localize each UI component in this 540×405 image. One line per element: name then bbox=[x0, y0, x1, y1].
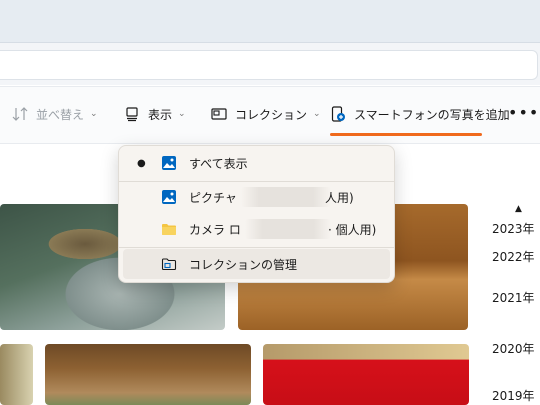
menu-item-manage-collections[interactable]: コレクションの管理 bbox=[123, 249, 390, 279]
view-label: 表示 bbox=[148, 107, 173, 122]
view-button[interactable]: 表示 ⌄ bbox=[124, 101, 186, 127]
add-phone-photos-button[interactable]: スマートフォンの写真を追加 bbox=[330, 101, 510, 127]
redacted-text bbox=[241, 187, 331, 207]
image-icon bbox=[162, 190, 176, 204]
year-label[interactable]: 2020年 bbox=[492, 340, 535, 357]
collection-label: コレクション bbox=[235, 107, 308, 122]
folder-icon bbox=[162, 224, 176, 235]
more-options-button[interactable]: ••• bbox=[508, 104, 538, 124]
year-label[interactable]: 2022年 bbox=[492, 248, 535, 265]
chevron-down-icon: ⌄ bbox=[90, 109, 98, 119]
menu-item-pictures[interactable]: ピクチャ ( 人用) bbox=[123, 182, 390, 212]
year-label[interactable]: 2023年 bbox=[492, 220, 535, 237]
title-bar bbox=[0, 0, 540, 43]
menu-separator bbox=[119, 247, 394, 248]
manage-folder-icon bbox=[161, 258, 177, 271]
menu-item-label: コレクションの管理 bbox=[189, 257, 298, 272]
search-input[interactable] bbox=[0, 50, 538, 80]
menu-item-label: ピクチャ ( bbox=[189, 190, 246, 205]
year-label[interactable]: 2019年 bbox=[492, 387, 535, 404]
selected-bullet-icon: ● bbox=[137, 157, 146, 169]
menu-item-suffix: 人用) bbox=[325, 190, 354, 205]
menu-item-show-all[interactable]: ● すべて表示 bbox=[123, 148, 390, 178]
phone-add-icon bbox=[331, 106, 345, 122]
add-phone-photos-label: スマートフォンの写真を追加 bbox=[354, 107, 510, 122]
caret-up-icon[interactable]: ▲ bbox=[515, 204, 522, 214]
sort-icon bbox=[12, 107, 28, 121]
photo-thumbnail[interactable] bbox=[0, 344, 33, 405]
photo-thumbnail[interactable] bbox=[263, 344, 469, 405]
year-label[interactable]: 2021年 bbox=[492, 289, 535, 306]
photo-thumbnail[interactable] bbox=[45, 344, 251, 405]
image-icon bbox=[162, 156, 176, 170]
active-indicator bbox=[330, 133, 482, 136]
menu-item-label: すべて表示 bbox=[189, 156, 248, 171]
sort-label: 並べ替え bbox=[36, 107, 85, 122]
menu-item-label: カメラ ロ bbox=[189, 222, 241, 237]
chevron-down-icon: ⌄ bbox=[178, 109, 186, 119]
redacted-text bbox=[245, 219, 331, 239]
menu-item-suffix: · 個人用) bbox=[328, 222, 377, 237]
view-icon bbox=[126, 107, 138, 122]
chevron-down-icon: ⌄ bbox=[313, 109, 321, 119]
collection-button[interactable]: コレクション ⌄ bbox=[211, 101, 321, 127]
sort-button[interactable]: 並べ替え ⌄ bbox=[12, 101, 98, 127]
menu-item-camera-roll[interactable]: カメラ ロ · 個人用) bbox=[123, 214, 390, 244]
collection-dropdown-menu: ● すべて表示 ピクチャ ( 人用) カメラ ロ · 個人用) コレクションの管… bbox=[118, 145, 395, 283]
more-icon: ••• bbox=[508, 103, 540, 122]
collection-icon bbox=[211, 108, 227, 120]
